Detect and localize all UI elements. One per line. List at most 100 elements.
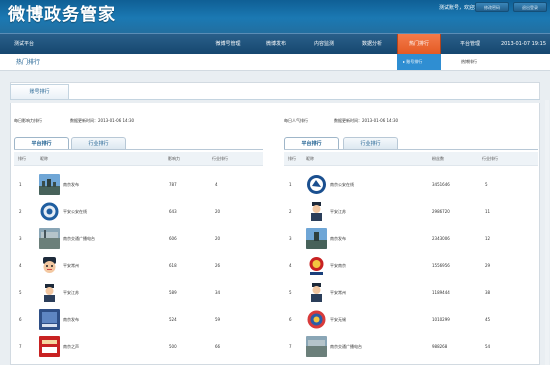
account-name-link[interactable]: 南京发布 <box>63 306 79 333</box>
value-cell: 2343006 <box>432 236 450 241</box>
account-name-link[interactable]: 平安南京 <box>330 252 346 279</box>
tab-account-ranking[interactable]: 账号排行 <box>10 84 69 99</box>
value-cell: 606 <box>169 236 177 241</box>
nav-item-monitor[interactable]: 内容监测 <box>307 34 341 54</box>
left-col-influence: 影响力 <box>168 156 180 161</box>
rank-cell: 1 <box>289 182 292 187</box>
avatar[interactable] <box>306 309 327 330</box>
left-subtab-industry[interactable]: 行业排行 <box>71 137 126 149</box>
value-cell: 524 <box>169 317 177 322</box>
account-name-link[interactable]: 平安常州 <box>63 252 79 279</box>
avatar[interactable] <box>39 255 60 276</box>
account-name-link[interactable]: 南京发布 <box>63 171 79 198</box>
right-subtab-platform[interactable]: 平台排行 <box>284 137 339 149</box>
account-name-link[interactable]: 平安公安在线 <box>63 198 87 225</box>
rank-cell: 2 <box>19 209 22 214</box>
avatar[interactable] <box>39 336 60 357</box>
rank-cell: 2 <box>289 209 292 214</box>
right-col-fans: 粉丝数 <box>432 156 444 161</box>
nav-platform-label: 测试平台 <box>14 41 35 47</box>
nav-item-platform-manage[interactable]: 平台管理 <box>453 34 487 54</box>
account-name-link[interactable]: 平安常州 <box>330 279 346 306</box>
right-col-rank: 排行 <box>288 156 296 161</box>
right-subtab-industry[interactable]: 行业排行 <box>343 137 398 149</box>
account-name-link[interactable]: 平安无锡 <box>330 306 346 333</box>
industry-rank-cell: 4 <box>215 182 218 187</box>
rank-cell: 5 <box>19 290 22 295</box>
value-cell: 3451646 <box>432 182 450 187</box>
table-row: 6 平安无锡 1010299 45 <box>284 306 534 333</box>
right-col-industry-rank: 行业排行 <box>482 156 498 161</box>
left-col-name: 昵称 <box>40 156 48 161</box>
avatar[interactable] <box>306 336 327 357</box>
industry-rank-cell: 26 <box>215 263 221 268</box>
table-row: 4 平安南京 1556956 29 <box>284 252 534 279</box>
avatar[interactable] <box>306 255 327 276</box>
industry-rank-cell: 66 <box>215 344 221 349</box>
industry-rank-cell: 34 <box>215 290 221 295</box>
avatar[interactable] <box>306 228 327 249</box>
rank-cell: 3 <box>19 236 22 241</box>
rank-cell: 4 <box>19 263 22 268</box>
right-update-time: 数据更新时间：2013-01-06 14:30 <box>334 118 399 123</box>
value-cell: 2986720 <box>432 209 450 214</box>
table-row: 5 平安常州 1189444 38 <box>284 279 534 306</box>
industry-rank-cell: 38 <box>485 290 491 295</box>
account-name-link[interactable]: 南京交通广播电台 <box>330 333 362 360</box>
account-name-link[interactable]: 平安江苏 <box>63 279 79 306</box>
nav-item-analysis[interactable]: 数据分析 <box>355 34 389 54</box>
table-row: 3 南京发布 2343006 12 <box>284 225 534 252</box>
rank-cell: 6 <box>289 317 292 322</box>
submenu-hot-weibo-ranking[interactable]: 热博排行 <box>461 54 477 70</box>
account-name-link[interactable]: 平安江苏 <box>330 198 346 225</box>
left-col-rank: 排行 <box>18 156 26 161</box>
rank-cell: 1 <box>19 182 22 187</box>
nav-item-weibo-manage[interactable]: 微博号管理 <box>210 34 246 54</box>
account-name-link[interactable]: 南京公安在线 <box>330 171 354 198</box>
logout-button[interactable]: 退出登录 <box>513 2 547 12</box>
left-subtab-divider <box>14 149 263 150</box>
nav-item-publish[interactable]: 微博发布 <box>259 34 293 54</box>
avatar[interactable] <box>39 201 60 222</box>
submenu-account-ranking[interactable]: ▸ 账号排行 <box>397 54 441 70</box>
value-cell: 589 <box>169 290 177 295</box>
avatar[interactable] <box>39 309 60 330</box>
left-subtab-platform[interactable]: 平台排行 <box>14 137 69 149</box>
app-logo: 微博政务管家 <box>8 5 116 25</box>
table-row: 2 平安公安在线 643 20 <box>14 198 264 225</box>
avatar[interactable] <box>306 201 327 222</box>
right-panel-title: 每日人气排行 <box>284 118 308 123</box>
table-row: 2 平安江苏 2986720 11 <box>284 198 534 225</box>
account-name-link[interactable]: 南京发布 <box>330 225 346 252</box>
account-name-link[interactable]: 南京交通广播电台 <box>63 225 95 252</box>
rank-cell: 7 <box>289 344 292 349</box>
table-row: 4 平安常州 618 26 <box>14 252 264 279</box>
industry-rank-cell: 12 <box>485 236 491 241</box>
table-row: 1 南京发布 787 4 <box>14 171 264 198</box>
avatar[interactable] <box>39 174 60 195</box>
avatar[interactable] <box>306 174 327 195</box>
main-nav: 测试平台 微博号管理 微博发布 内容监测 数据分析 热门排行 平台管理 2013… <box>0 33 550 54</box>
rank-cell: 4 <box>289 263 292 268</box>
left-table-header: 排行 昵称 影响力 行业排行 <box>14 152 263 166</box>
avatar[interactable] <box>39 228 60 249</box>
app-header: 微博政务管家 测试账号，欢迎您！ 修改密码 退出登录 <box>0 0 550 33</box>
account-name-link[interactable]: 南京之声 <box>63 333 79 360</box>
table-row: 6 南京发布 524 59 <box>14 306 264 333</box>
avatar[interactable] <box>39 282 60 303</box>
value-cell: 1010299 <box>432 317 450 322</box>
nav-item-hot-ranking[interactable]: 热门排行 <box>397 34 441 54</box>
value-cell: 1189444 <box>432 290 450 295</box>
rank-cell: 5 <box>289 290 292 295</box>
value-cell: 618 <box>169 263 177 268</box>
page-title: 热门排行 <box>16 59 41 66</box>
right-table-header: 排行 昵称 粉丝数 行业排行 <box>284 152 538 166</box>
table-row: 1 南京公安在线 3451646 5 <box>284 171 534 198</box>
scrollbar[interactable] <box>545 100 549 365</box>
change-password-button[interactable]: 修改密码 <box>475 2 509 12</box>
industry-rank-cell: 5 <box>485 182 488 187</box>
avatar[interactable] <box>306 282 327 303</box>
current-datetime: 2013-01-07 19:15 <box>500 41 546 47</box>
left-update-time: 数据更新时间：2013-01-06 14:30 <box>70 118 135 123</box>
left-col-industry-rank: 行业排行 <box>212 156 228 161</box>
